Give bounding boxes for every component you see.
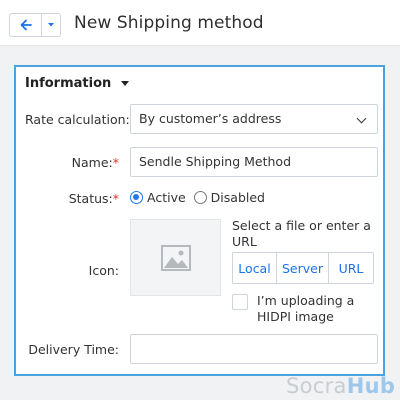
status-disabled-label[interactable]: Disabled bbox=[211, 190, 265, 205]
hidpi-label[interactable]: I’m uploading a HIDPI image bbox=[257, 293, 367, 325]
icon-label: Icon: bbox=[88, 263, 119, 278]
back-button-group bbox=[9, 13, 61, 37]
section-toggle-information[interactable]: Information bbox=[25, 76, 130, 91]
source-url-button[interactable]: URL bbox=[329, 253, 373, 283]
name-input-value: Sendle Shipping Method bbox=[139, 154, 292, 169]
delivery-time-label: Delivery Time: bbox=[28, 342, 119, 357]
arrow-left-icon bbox=[20, 19, 32, 31]
name-label: Name:* bbox=[71, 155, 119, 170]
back-button[interactable] bbox=[10, 14, 42, 36]
icon-preview[interactable] bbox=[130, 219, 221, 296]
rate-calculation-value: By customer’s address bbox=[139, 111, 282, 126]
delivery-time-input[interactable] bbox=[130, 334, 378, 364]
status-active-label[interactable]: Active bbox=[147, 190, 186, 205]
icon-help-text: Select a file or enter a URL bbox=[232, 218, 371, 249]
rate-calculation-label: Rate calculation: bbox=[25, 112, 130, 127]
caret-down-icon bbox=[121, 81, 130, 86]
section-title: Information bbox=[25, 76, 112, 91]
back-dropdown-button[interactable] bbox=[42, 14, 60, 36]
icon-source-group: Local Server URL bbox=[232, 252, 374, 284]
status-active-radio[interactable] bbox=[130, 191, 143, 204]
required-mark: * bbox=[112, 155, 119, 170]
watermark: SocraHub bbox=[286, 374, 395, 398]
chevron-down-icon bbox=[356, 113, 367, 124]
watermark-part1: Socra bbox=[286, 374, 347, 398]
caret-down-icon bbox=[48, 23, 54, 27]
status-label: Status:* bbox=[68, 191, 119, 206]
status-radio-group: Active Disabled bbox=[130, 190, 273, 205]
page-title: New Shipping method bbox=[74, 13, 264, 33]
source-server-button[interactable]: Server bbox=[277, 253, 329, 283]
watermark-part2: Hub bbox=[346, 374, 396, 398]
information-panel: Information Rate calculation: By custome… bbox=[14, 65, 385, 376]
required-mark: * bbox=[112, 191, 119, 206]
name-input[interactable]: Sendle Shipping Method bbox=[130, 147, 378, 177]
source-local-button[interactable]: Local bbox=[233, 253, 277, 283]
hidpi-checkbox[interactable] bbox=[232, 294, 248, 310]
hidpi-option: I’m uploading a HIDPI image bbox=[232, 293, 367, 325]
page-header: New Shipping method bbox=[0, 0, 400, 46]
image-placeholder-icon bbox=[160, 244, 191, 271]
rate-calculation-select[interactable]: By customer’s address bbox=[130, 104, 378, 134]
status-disabled-radio[interactable] bbox=[193, 191, 207, 204]
